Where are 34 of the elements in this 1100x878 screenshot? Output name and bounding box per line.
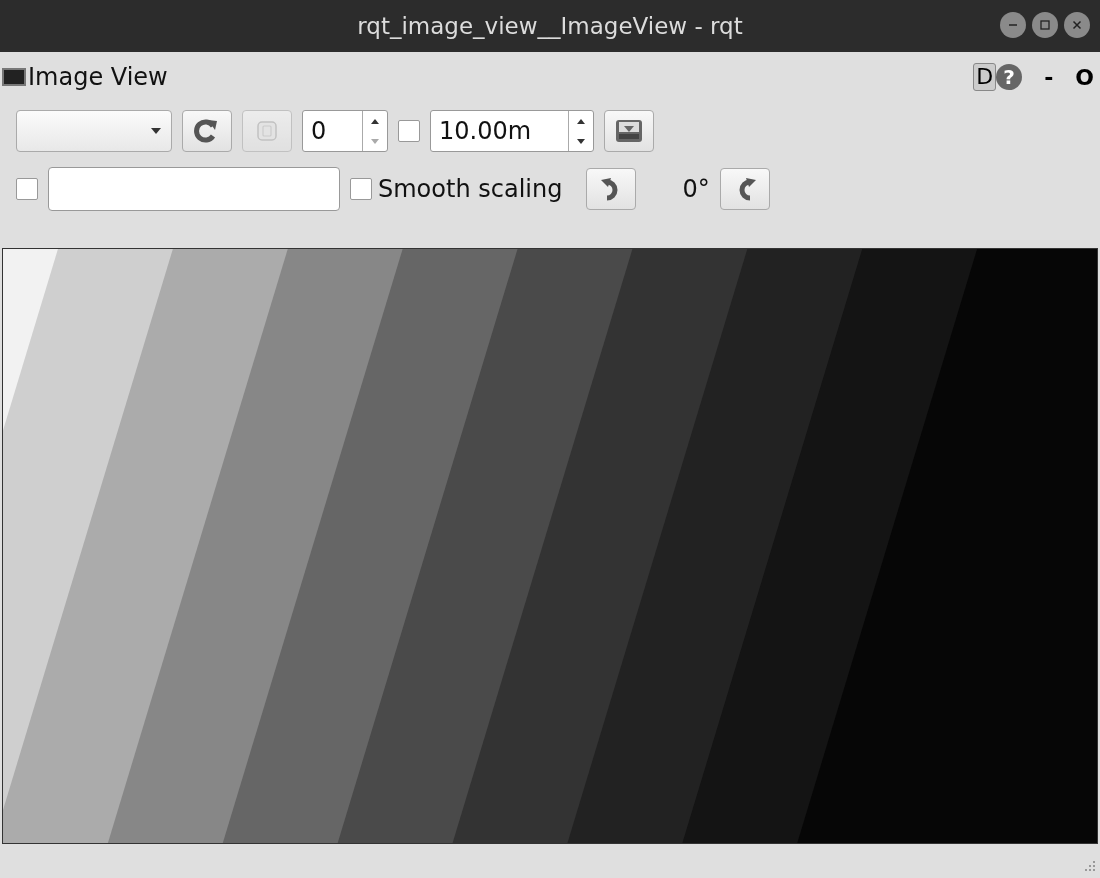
caret-icon — [151, 128, 161, 134]
rotate-right-button[interactable] — [719, 168, 770, 210]
rotation-label: 0° — [682, 175, 710, 203]
minimize-button[interactable] — [1000, 12, 1026, 38]
help-button[interactable]: ? — [996, 64, 1023, 90]
refresh-icon — [194, 118, 220, 144]
up-arrow-icon — [370, 117, 380, 125]
close-button[interactable] — [1064, 12, 1090, 38]
topic-dropdown[interactable] — [16, 110, 172, 152]
checkbox[interactable] — [398, 120, 420, 142]
text-field[interactable] — [48, 167, 340, 211]
save-button[interactable] — [604, 110, 654, 152]
maximize-button[interactable] — [1032, 12, 1058, 38]
checkbox[interactable] — [16, 178, 38, 200]
resize-grip-icon[interactable] — [1082, 860, 1096, 874]
dock-button[interactable]: - — [1044, 64, 1054, 90]
refresh-button[interactable] — [182, 110, 232, 152]
dock-button[interactable]: O — [1075, 64, 1094, 90]
tray-icon — [614, 117, 644, 145]
rotate-left-button[interactable] — [586, 168, 637, 210]
square-icon — [255, 119, 279, 143]
down-arrow-icon — [370, 137, 380, 145]
checkbox[interactable] — [350, 178, 372, 200]
spin-box[interactable]: 0 — [302, 110, 388, 152]
up-arrow-icon — [576, 117, 586, 125]
close-icon — [1072, 20, 1082, 30]
spin-box[interactable]: 10.00m — [430, 110, 594, 152]
dock-title: Image View — [28, 63, 168, 91]
window-title: rqt_image_view__ImageView - rqt — [357, 13, 743, 39]
checkbox-label: Smooth scaling — [378, 175, 563, 203]
down-arrow-icon — [576, 137, 586, 145]
dock-icon — [2, 68, 26, 86]
dock-button[interactable]: D — [973, 63, 997, 91]
maximize-icon — [1040, 20, 1050, 30]
